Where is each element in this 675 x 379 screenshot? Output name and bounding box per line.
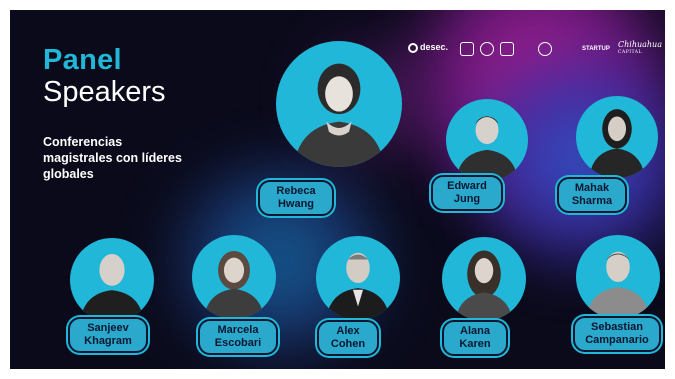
name-tag: Rebeca Hwang (258, 180, 334, 216)
seal-logo (460, 42, 474, 56)
speaker-first-name: Marcela (217, 324, 259, 336)
name-tag: Mahak Sharma (557, 177, 627, 213)
chihuahua-capital-logo: Chihuahua CAPITAL (618, 40, 662, 56)
name-tag: Alex Cohen (317, 320, 379, 356)
name-tag: Alana Karen (442, 320, 508, 356)
person-silhouette-icon (326, 252, 390, 320)
speaker-last-name: Escobari (214, 337, 262, 349)
name-tag: Sanjeev Khagram (68, 317, 148, 353)
speaker-last-name: Cohen (330, 338, 366, 350)
avatar (442, 237, 526, 321)
speaker-first-name: Sebastian (591, 321, 643, 333)
avatar (576, 96, 658, 178)
person-silhouette-icon (455, 116, 519, 181)
speaker-last-name: Jung (453, 193, 481, 205)
name-tag: Sebastian Campanario (573, 316, 661, 352)
mountain-logo (480, 42, 494, 56)
person-silhouette-icon (203, 250, 265, 319)
speaker-last-name: Khagram (84, 335, 132, 347)
speaker-first-name: Mahak (574, 182, 610, 194)
avatar (446, 99, 528, 181)
startup-logo: STARTUP (582, 46, 610, 52)
speaker-first-name: Alex (336, 325, 360, 337)
name-tag: Marcela Escobari (198, 319, 278, 355)
speaker-first-name: Edward (447, 180, 487, 192)
speaker-first-name: Rebeca (276, 185, 316, 197)
title-panel: Panel (43, 44, 122, 76)
person-silhouette-icon (80, 253, 144, 322)
futura-logo (538, 42, 552, 56)
speakers-banner: Panel Speakers Conferencias magistrales … (10, 10, 665, 369)
speaker-first-name: Sanjeev (87, 322, 129, 334)
name-tag: Edward Jung (431, 175, 503, 211)
subtitle: Conferencias magistrales con líderes glo… (43, 135, 182, 181)
avatar (276, 41, 402, 167)
speaker-last-name: Karen (459, 338, 491, 350)
person-silhouette-icon (293, 63, 385, 167)
speaker-last-name: Hwang (277, 198, 315, 210)
speaker-first-name: Alana (460, 325, 490, 337)
title-speakers: Speakers (43, 76, 166, 108)
avatar (316, 236, 400, 320)
person-silhouette-icon (586, 251, 650, 319)
government-logo (500, 42, 514, 56)
avatar (576, 235, 660, 319)
avatar (192, 235, 276, 319)
person-silhouette-icon (589, 109, 645, 178)
desec-logo: desec. (408, 42, 448, 53)
speaker-last-name: Sharma (571, 195, 613, 207)
sponsor-logos: desec. STARTUP Chihuahua CAPITAL (408, 38, 662, 62)
avatar (70, 238, 154, 322)
person-silhouette-icon (455, 250, 513, 321)
speaker-last-name: Campanario (585, 334, 649, 346)
